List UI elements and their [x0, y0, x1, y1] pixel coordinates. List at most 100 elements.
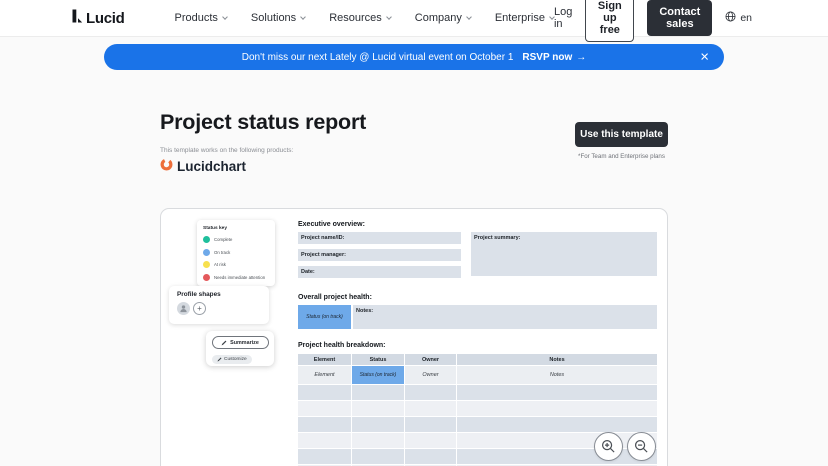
table-row	[298, 401, 657, 416]
announcement-banner: Don't miss our next Lately @ Lucid virtu…	[104, 44, 724, 70]
empty-cell[interactable]	[405, 401, 456, 416]
status-key-card: Status key Complete On track At risk Nee…	[197, 220, 275, 286]
top-nav: Lucid Products Solutions Resources Compa…	[0, 0, 828, 37]
empty-cell[interactable]	[405, 433, 456, 448]
form-field[interactable]: Project name/ID:	[298, 232, 461, 244]
lucid-logo[interactable]: Lucid	[70, 9, 125, 28]
col-header-owner: Owner	[405, 354, 456, 365]
signup-button[interactable]: Sign up free	[585, 0, 634, 42]
nav-menu-item[interactable]: Products	[175, 12, 227, 24]
empty-cell[interactable]	[298, 401, 351, 416]
nav-menu-item[interactable]: Resources	[329, 12, 391, 24]
profile-shapes-title: Profile shapes	[177, 291, 261, 298]
plans-note: *For Team and Enterprise plans	[575, 153, 668, 160]
status-key-row: Needs immediate attention	[203, 274, 269, 281]
overall-health-row: Status (on track) Notes:	[298, 305, 657, 329]
language-selector[interactable]: en	[725, 11, 752, 25]
cell-notes[interactable]: Notes	[457, 366, 657, 384]
summarize-button[interactable]: Summarize	[212, 336, 269, 349]
empty-cell[interactable]	[352, 417, 404, 432]
table-row	[298, 385, 657, 400]
col-header-element: Element	[298, 354, 351, 365]
customize-label: Customize	[224, 357, 247, 362]
status-dot-icon	[203, 249, 210, 256]
banner-rsvp-label: RSVP now	[522, 52, 572, 63]
overall-health-title: Overall project health:	[298, 294, 657, 301]
empty-cell[interactable]	[298, 417, 351, 432]
add-profile-button[interactable]: +	[193, 302, 206, 315]
person-icon	[179, 304, 188, 313]
avatar[interactable]	[177, 302, 190, 315]
status-key-label: At risk	[214, 262, 226, 267]
chevron-down-icon	[300, 14, 306, 20]
empty-cell[interactable]	[352, 433, 404, 448]
pen-icon	[217, 357, 222, 362]
zoom-out-button[interactable]	[627, 432, 656, 461]
nav-menu-item[interactable]: Company	[415, 12, 471, 24]
lucidchart-logo-icon	[160, 158, 173, 174]
empty-cell[interactable]	[405, 449, 456, 464]
profile-shapes-card: Profile shapes +	[169, 286, 269, 324]
exec-overview-title: Executive overview:	[298, 221, 657, 228]
empty-cell[interactable]	[298, 385, 351, 400]
status-chip[interactable]: Status (on track)	[352, 366, 404, 384]
pen-icon	[221, 340, 227, 346]
empty-cell[interactable]	[457, 417, 657, 432]
products-note: This template works on the following pro…	[160, 147, 293, 154]
empty-cell[interactable]	[298, 449, 351, 464]
contact-sales-button[interactable]: Contact sales	[647, 0, 712, 36]
cell-status[interactable]: Status (on track)	[352, 366, 404, 384]
lucidchart-logo-text: Lucidchart	[177, 159, 246, 174]
use-template-button[interactable]: Use this template	[575, 122, 668, 147]
table-header-row: Element Status Owner Notes	[298, 354, 657, 365]
language-label: en	[740, 12, 752, 24]
nav-item-label: Solutions	[251, 12, 296, 24]
project-summary-field[interactable]: Project summary:	[471, 232, 657, 276]
table-row	[298, 417, 657, 432]
cell-element[interactable]: Element	[298, 366, 351, 384]
nav-item-label: Resources	[329, 12, 382, 24]
empty-cell[interactable]	[352, 449, 404, 464]
status-chip[interactable]: Status (on track)	[298, 305, 351, 329]
nav-menu-item[interactable]: Enterprise	[495, 12, 554, 24]
empty-cell[interactable]	[405, 385, 456, 400]
customize-chip[interactable]: Customize	[212, 355, 252, 364]
form-field[interactable]: Project manager:	[298, 249, 461, 261]
zoom-in-button[interactable]	[594, 432, 623, 461]
chevron-down-icon	[222, 14, 228, 20]
empty-cell[interactable]	[457, 385, 657, 400]
empty-cell[interactable]	[457, 401, 657, 416]
nav-menu-item[interactable]: Solutions	[251, 12, 305, 24]
status-key-label: Complete	[214, 237, 232, 242]
table-row: Element Status (on track) Owner Notes	[298, 366, 657, 384]
exec-overview-fields: Project name/ID: Project manager: Date: Pr…	[298, 232, 657, 283]
zoom-out-icon	[634, 439, 649, 454]
form-field[interactable]: Date:	[298, 266, 461, 278]
notes-field[interactable]: Notes:	[353, 305, 657, 329]
empty-cell[interactable]	[352, 401, 404, 416]
exec-left-column: Project name/ID: Project manager: Date:	[298, 232, 461, 283]
profile-shapes-circles: +	[177, 302, 261, 315]
empty-cell[interactable]	[352, 385, 404, 400]
arrow-right-icon: →	[576, 52, 586, 63]
summarize-label: Summarize	[230, 340, 259, 346]
status-dot-icon	[203, 274, 210, 281]
empty-cell[interactable]	[405, 417, 456, 432]
col-header-status: Status	[352, 354, 404, 365]
empty-cell[interactable]	[298, 433, 351, 448]
status-dot-icon	[203, 261, 210, 268]
status-dot-icon	[203, 236, 210, 243]
page: Lucid Products Solutions Resources Compa…	[0, 0, 828, 466]
status-key-label: On track	[214, 250, 230, 255]
nav-actions: Log in Sign up free Contact sales en	[554, 0, 752, 42]
nav-item-label: Enterprise	[495, 12, 545, 24]
login-link[interactable]: Log in	[554, 6, 572, 30]
cell-owner[interactable]: Owner	[405, 366, 456, 384]
banner-rsvp-link[interactable]: RSVP now →	[522, 52, 586, 63]
template-preview[interactable]: Status key Complete On track At risk Nee…	[160, 208, 668, 466]
status-key-label: Needs immediate attention	[214, 275, 265, 280]
ai-tools-card: Summarize Customize	[206, 331, 274, 366]
lucidchart-logo: Lucidchart	[160, 158, 246, 174]
banner-close-icon[interactable]: ×	[700, 50, 709, 65]
globe-icon	[725, 11, 736, 25]
